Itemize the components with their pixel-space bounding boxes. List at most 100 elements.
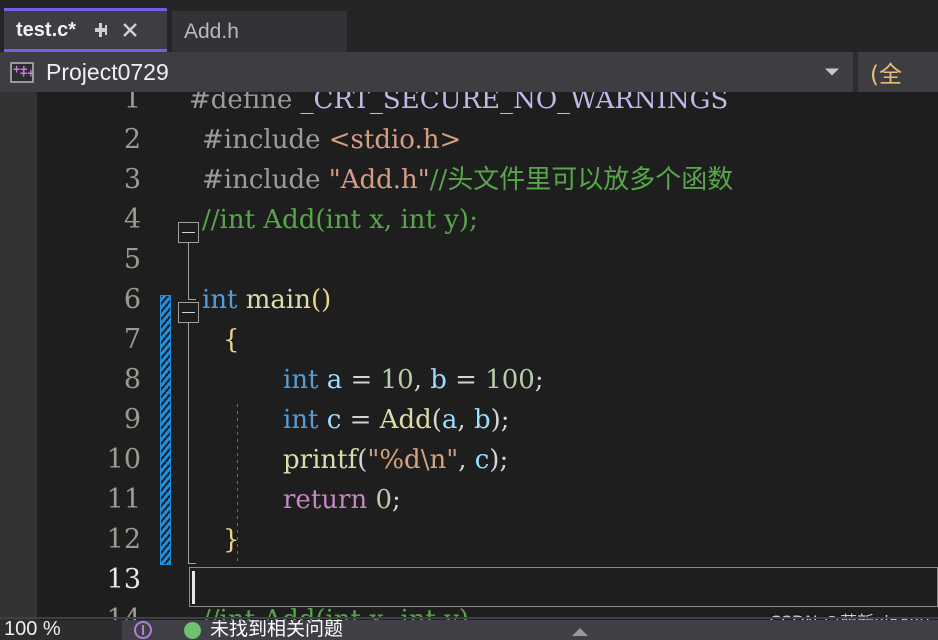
caret-icon[interactable] (572, 628, 588, 636)
line-content: printf("%d\n", c); (283, 440, 508, 480)
close-icon[interactable] (120, 20, 140, 40)
visual-studio-window: test.c* Add.h ++ ++ Project0729 (全 1 #de… (0, 0, 938, 640)
line-number: 12 (106, 524, 141, 555)
editor-tab-strip: test.c* Add.h (0, 0, 938, 52)
scope-dropdown[interactable]: (全 (858, 52, 938, 92)
token-semicolon: ; (500, 405, 510, 435)
selection-margin[interactable] (0, 92, 37, 620)
code-line[interactable]: 11 return 0; (37, 480, 938, 520)
code-line[interactable]: 2 #include <stdio.h> (37, 120, 938, 160)
token-brace: { (223, 325, 240, 355)
line-content: #define _CRT_SECURE_NO_WARNINGS (189, 92, 728, 120)
project-name-label: Project0729 (46, 58, 169, 85)
token-keyword: int (202, 285, 238, 315)
token-semicolon: ; (392, 485, 401, 515)
token-escape-seq: \n (420, 445, 447, 475)
token-paren: ) (489, 445, 500, 475)
zoom-level-control[interactable]: 100 % (0, 620, 122, 640)
line-number: 8 (123, 364, 141, 395)
code-surface[interactable]: 1 #define _CRT_SECURE_NO_WARNINGS 2 #inc… (37, 92, 938, 620)
pin-icon[interactable] (92, 21, 110, 39)
code-line[interactable]: 13 (37, 560, 938, 600)
token-keyword: int (283, 405, 319, 435)
code-line[interactable]: 9 int c = Add(a, b); (37, 400, 938, 440)
token-operator: = (342, 365, 381, 395)
line-number: 7 (123, 324, 141, 355)
ready-indicator-icon (184, 622, 201, 639)
line-content: #include <stdio.h> (202, 120, 461, 160)
scope-value-label: (全 (870, 62, 902, 88)
tab-add-h[interactable]: Add.h (172, 11, 347, 52)
token-format-spec: %d (379, 445, 421, 475)
token-parens: () (311, 285, 332, 315)
token-number: 10 (380, 365, 414, 395)
line-number: 2 (123, 124, 141, 155)
token-variable: a (318, 365, 343, 395)
token-keyword: return (283, 485, 368, 515)
line-content: int main() (202, 280, 331, 320)
token-number: 0 (367, 485, 392, 515)
code-line[interactable]: 7 { (37, 320, 938, 360)
token-string-quote: " (446, 445, 459, 475)
tab-label: test.c* (16, 18, 77, 41)
line-content: //int Add(int x, int y); (202, 200, 478, 240)
token-operator: = (341, 405, 380, 435)
code-line[interactable]: 5 (37, 240, 938, 280)
token-variable: b (473, 405, 491, 435)
token-operator: = (446, 365, 486, 395)
line-number: 11 (106, 484, 141, 515)
code-line[interactable]: 8 int a = 10, b = 100; (37, 360, 938, 400)
token-comma: , (458, 445, 475, 475)
token-semicolon: ; (499, 445, 509, 475)
line-number: 9 (123, 404, 141, 435)
token-semicolon: ; (534, 365, 544, 395)
token-variable: b (430, 365, 447, 395)
token-comment: //头文件里可以放多个函数 (429, 165, 734, 195)
token-paren: ) (490, 405, 501, 435)
token-number: 100 (485, 365, 535, 395)
code-line[interactable]: 1 #define _CRT_SECURE_NO_WARNINGS (37, 92, 938, 120)
line-content: return 0; (283, 480, 401, 520)
line-number: 3 (123, 164, 141, 195)
token-comma: , (413, 365, 431, 395)
token-keyword: int (283, 365, 319, 395)
token-preprocessor: #include (202, 125, 321, 155)
status-bar: 100 % 未找到相关问题 (0, 620, 938, 640)
status-message: 未找到相关问题 (210, 620, 344, 640)
token-brace: } (223, 525, 240, 555)
code-line[interactable]: 6 int main() (37, 280, 938, 320)
status-separator (0, 617, 938, 619)
code-line[interactable]: 12 } (37, 520, 938, 560)
tab-label: Add.h (184, 19, 239, 43)
code-line[interactable]: 10 printf("%d\n", c); (37, 440, 938, 480)
code-line[interactable]: 3 #include "Add.h"//头文件里可以放多个函数 (37, 160, 938, 200)
project-dropdown[interactable]: ++ ++ Project0729 (0, 52, 853, 92)
token-variable: a (441, 405, 458, 435)
token-comma: , (457, 405, 474, 435)
line-number: 5 (123, 244, 141, 275)
tab-test-c[interactable]: test.c* (4, 8, 167, 52)
token-comment: //int Add(int x, int y); (202, 205, 478, 235)
token-paren: ( (357, 445, 368, 475)
cpp-project-icon: ++ ++ (10, 61, 34, 83)
token-preprocessor: #include (202, 165, 321, 195)
line-content: { (223, 320, 240, 360)
line-content: int c = Add(a, b); (283, 400, 510, 440)
line-number: 6 (123, 284, 141, 315)
code-line[interactable]: 4 //int Add(int x, int y); (37, 200, 938, 240)
line-content: } (223, 520, 240, 560)
line-number: 1 (123, 92, 141, 115)
token-variable: c (318, 405, 342, 435)
token-include-path: <stdio.h> (320, 125, 462, 155)
line-content: #include "Add.h"//头文件里可以放多个函数 (202, 160, 733, 200)
token-function-name: main (237, 285, 311, 315)
token-function-name: Add (379, 405, 432, 435)
code-editor[interactable]: 1 #define _CRT_SECURE_NO_WARNINGS 2 #inc… (0, 92, 938, 620)
line-number: 10 (106, 444, 141, 475)
error-list-icon[interactable] (134, 621, 152, 639)
token-paren: ( (431, 405, 442, 435)
line-content: int a = 10, b = 100; (283, 360, 544, 400)
token-function-name: printf (283, 445, 358, 475)
chevron-down-icon[interactable] (825, 68, 839, 76)
token-string-quote: " (367, 445, 380, 475)
